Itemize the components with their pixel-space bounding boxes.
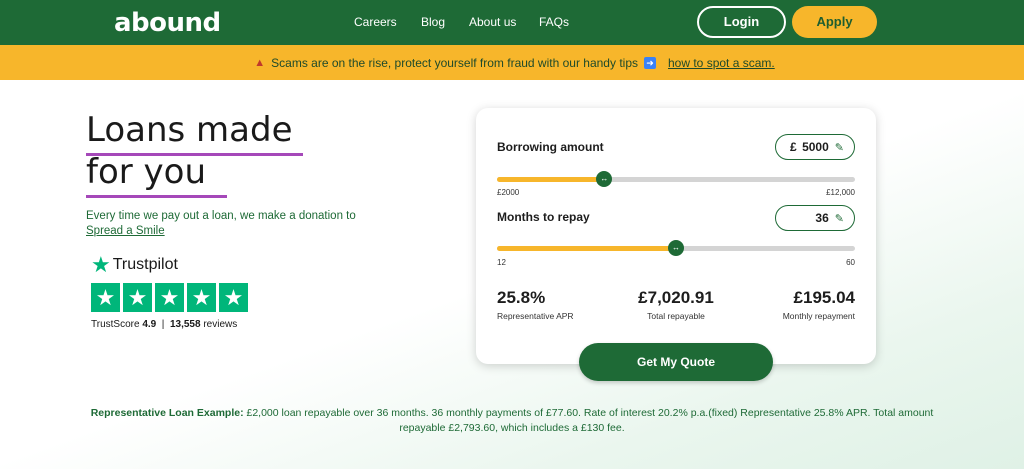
trustpilot-stars: ★ ★ ★ ★ ★ [91, 283, 248, 312]
top-navbar: abound Careers Blog About us FAQs Login … [0, 0, 1024, 45]
reviews-label: reviews [203, 319, 238, 330]
representative-loan-example: Representative Loan Example: £2,000 loan… [80, 406, 944, 436]
banner-message: Scams are on the rise, protect yourself … [271, 55, 638, 70]
monthly-repayment-value: £195.04 [793, 288, 855, 307]
months-min-label: 12 [497, 258, 506, 267]
spread-a-smile-link[interactable]: Spread a Smile [86, 225, 165, 237]
get-my-quote-button[interactable]: Get My Quote [579, 343, 773, 381]
months-max-label: 60 [846, 258, 855, 267]
monthly-repayment-label: Monthly repayment [782, 311, 855, 321]
arrow-right-icon: ➜ [644, 56, 656, 69]
months-input[interactable]: 36 ✎ [775, 205, 855, 231]
borrowing-slider-fill [497, 177, 605, 182]
borrow-min-label: £2000 [497, 188, 520, 197]
borrow-max-label: £12,000 [826, 188, 855, 197]
trust-score-value: 4.9 [142, 319, 157, 330]
apr-value: 25.8% [497, 288, 546, 307]
loan-calculator-card: Borrowing amount £ 5000 ✎ ↔ £2000 £12,00… [476, 108, 876, 364]
donation-note: Every time we pay out a loan, we make a … [86, 209, 356, 239]
star-icon: ★ [91, 283, 120, 312]
months-value: 36 [815, 211, 829, 225]
title-underline-1 [86, 153, 303, 156]
title-underline-2 [86, 195, 227, 198]
trust-score: TrustScore 4.9 | 13,558 reviews [91, 319, 237, 330]
borrowing-slider-handle[interactable]: ↔ [596, 171, 613, 187]
spot-a-scam-link[interactable]: how to spot a scam. [668, 56, 775, 70]
borrowing-amount-label: Borrowing amount [497, 140, 604, 154]
nav-faqs[interactable]: FAQs [539, 15, 569, 29]
total-repayable-label: Total repayable [647, 311, 705, 321]
months-slider-fill [497, 246, 676, 251]
star-icon: ★ [219, 283, 248, 312]
example-text: £2,000 loan repayable over 36 months. 36… [246, 407, 934, 434]
star-icon: ★ [155, 283, 184, 312]
currency-symbol: £ [790, 140, 797, 154]
scam-warning-banner: ▲ Scams are on the rise, protect yoursel… [0, 45, 1024, 80]
pencil-icon: ✎ [834, 212, 844, 225]
months-slider-handle[interactable]: ↔ [668, 240, 684, 256]
months-to-repay-label: Months to repay [497, 210, 590, 224]
trustpilot-brand: Trustpilot [112, 256, 178, 273]
reviews-count: 13,558 [169, 319, 201, 330]
login-button[interactable]: Login [697, 6, 786, 38]
trust-score-label: TrustScore [91, 319, 140, 330]
borrowing-slider-track[interactable] [497, 177, 855, 182]
nav-blog[interactable]: Blog [421, 15, 445, 29]
borrowing-amount-input[interactable]: £ 5000 ✎ [775, 134, 855, 160]
nav-about-us[interactable]: About us [469, 15, 516, 29]
trustpilot-star-icon: ★ [91, 252, 111, 277]
apr-label: Representative APR [497, 311, 574, 321]
apply-button[interactable]: Apply [792, 6, 877, 38]
trust-score-separator: | [161, 319, 165, 330]
donation-text: Every time we pay out a loan, we make a … [86, 210, 356, 222]
star-icon: ★ [187, 283, 216, 312]
total-repayable-value: £7,020.91 [638, 288, 714, 307]
abound-logo[interactable]: abound [114, 8, 221, 38]
pencil-icon: ✎ [834, 141, 844, 154]
nav-careers[interactable]: Careers [354, 15, 397, 29]
title-line-1: Loans made [86, 110, 293, 150]
trustpilot-logo[interactable]: ★ Trustpilot [91, 254, 178, 276]
borrowing-amount-value: 5000 [802, 140, 829, 154]
example-title: Representative Loan Example: [90, 407, 244, 419]
star-icon: ★ [123, 283, 152, 312]
page-title: Loans made for you [86, 109, 293, 193]
megaphone-icon: ▲ [254, 56, 266, 69]
title-line-2: for you [86, 152, 207, 192]
